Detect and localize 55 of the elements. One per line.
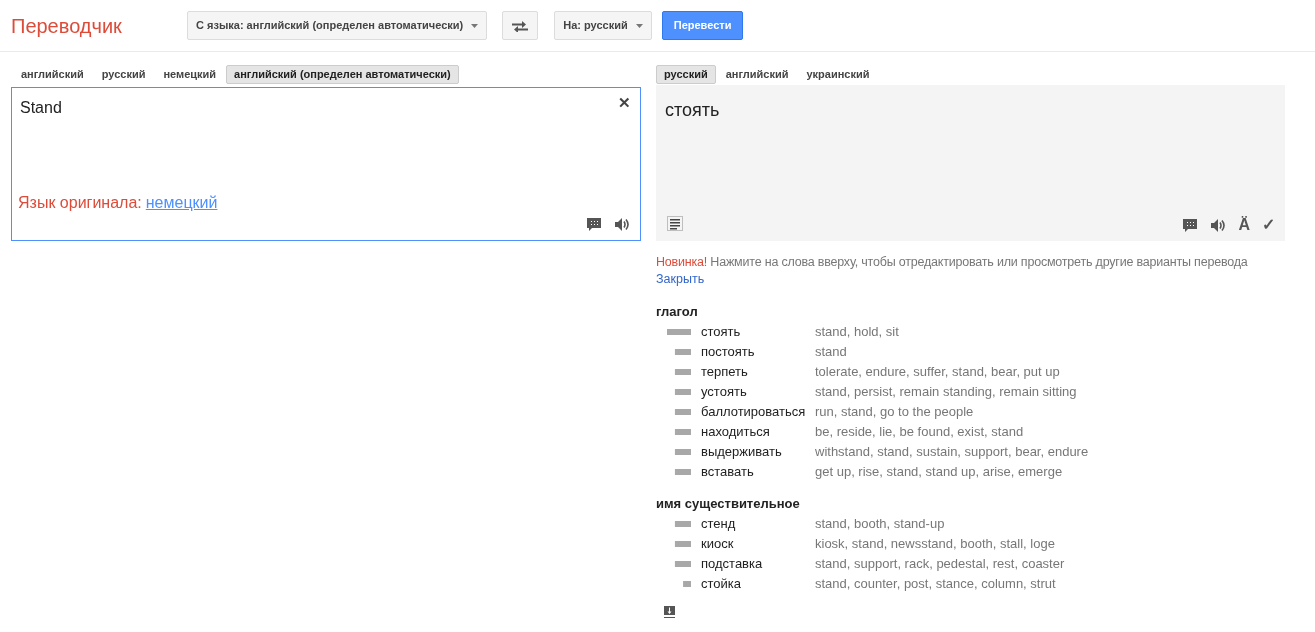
feedback-icon[interactable]	[586, 217, 602, 232]
translation-text: стоять	[665, 99, 720, 122]
transliteration-button[interactable]: Ä	[1238, 217, 1250, 233]
language-tab[interactable]: английский	[13, 64, 92, 84]
source-text-box[interactable]: Stand ✕ Язык оригинала: немецкий	[11, 87, 641, 241]
word-meanings: get up, rise, stand, stand up, arise, emerge	[815, 463, 1063, 482]
dictionary-word[interactable]: выдерживать	[701, 442, 815, 462]
dictionary-word[interactable]: стойка	[701, 574, 815, 594]
notice-text: Новинка! Нажмите на слова вверху, чтобы отредактировать или просмотреть другие варианты перевода	[656, 254, 1249, 271]
target-language-select[interactable]: На: русский	[554, 11, 652, 40]
caret-icon	[471, 23, 479, 28]
verify-button[interactable]: ✓	[1262, 217, 1275, 233]
part-of-speech-heading: глагол	[656, 303, 699, 321]
app-logo: Переводчик	[11, 13, 123, 39]
word-meanings: kiosk, stand, newsstand, booth, stall, loge	[815, 535, 1055, 554]
part-of-speech-heading: имя существительное	[656, 495, 801, 513]
dictionary-word[interactable]: вставать	[701, 462, 815, 482]
language-tab[interactable]: немецкий	[155, 64, 225, 84]
language-tab[interactable]: украинский	[798, 64, 878, 84]
dictionary-word[interactable]: постоять	[701, 342, 815, 362]
dictionary-word[interactable]: подставка	[701, 554, 815, 574]
word-meanings: stand	[815, 343, 847, 362]
language-tab[interactable]: русский	[93, 64, 154, 84]
detected-language-label: Язык оригинала:	[18, 193, 142, 213]
dictionary-word[interactable]: терпеть	[701, 362, 815, 382]
clear-button[interactable]: ✕	[618, 92, 631, 115]
dictionary-word[interactable]: стенд	[701, 514, 815, 534]
word-meanings: stand, persist, remain standing, remain sitting	[815, 383, 1077, 402]
dictionary-word[interactable]: баллотироваться	[701, 402, 815, 422]
language-tab[interactable]: английский	[717, 64, 797, 84]
source-text: Stand	[20, 98, 62, 118]
word-meanings: run, stand, go to the people	[815, 403, 974, 422]
speaker-icon[interactable]	[614, 217, 630, 232]
dictionary-word[interactable]: устоять	[701, 382, 815, 402]
close-link[interactable]: Закрыть	[656, 272, 705, 286]
word-meanings: stand, hold, sit	[815, 323, 899, 342]
word-meanings: stand, support, rack, pedestal, rest, coaster	[815, 555, 1065, 574]
swap-languages-button[interactable]	[502, 11, 539, 40]
word-meanings: withstand, stand, sustain, support, bear, endure	[815, 443, 1089, 462]
feedback-icon[interactable]	[1182, 217, 1199, 233]
speaker-icon[interactable]	[1210, 217, 1227, 233]
word-meanings: tolerate, endure, suffer, stand, bear, put up	[815, 363, 1060, 382]
language-tab[interactable]: английский (определен автоматически)	[226, 64, 459, 84]
word-meanings: stand, booth, stand-up	[815, 515, 945, 534]
list-icon[interactable]	[667, 216, 683, 231]
dictionary-word[interactable]: киоск	[701, 534, 815, 554]
dictionary-word[interactable]: стоять	[701, 322, 815, 342]
caret-icon	[635, 23, 643, 28]
word-meanings: stand, counter, post, stance, column, strut	[815, 575, 1056, 594]
language-tab[interactable]: русский	[656, 64, 716, 84]
download-icon[interactable]	[664, 606, 675, 618]
source-language-select[interactable]: С языка: английский (определен автоматически)	[187, 11, 488, 40]
dictionary-word[interactable]: находиться	[701, 422, 815, 442]
swap-arrows-icon	[512, 19, 529, 32]
word-meanings: be, reside, lie, be found, exist, stand	[815, 423, 1024, 442]
